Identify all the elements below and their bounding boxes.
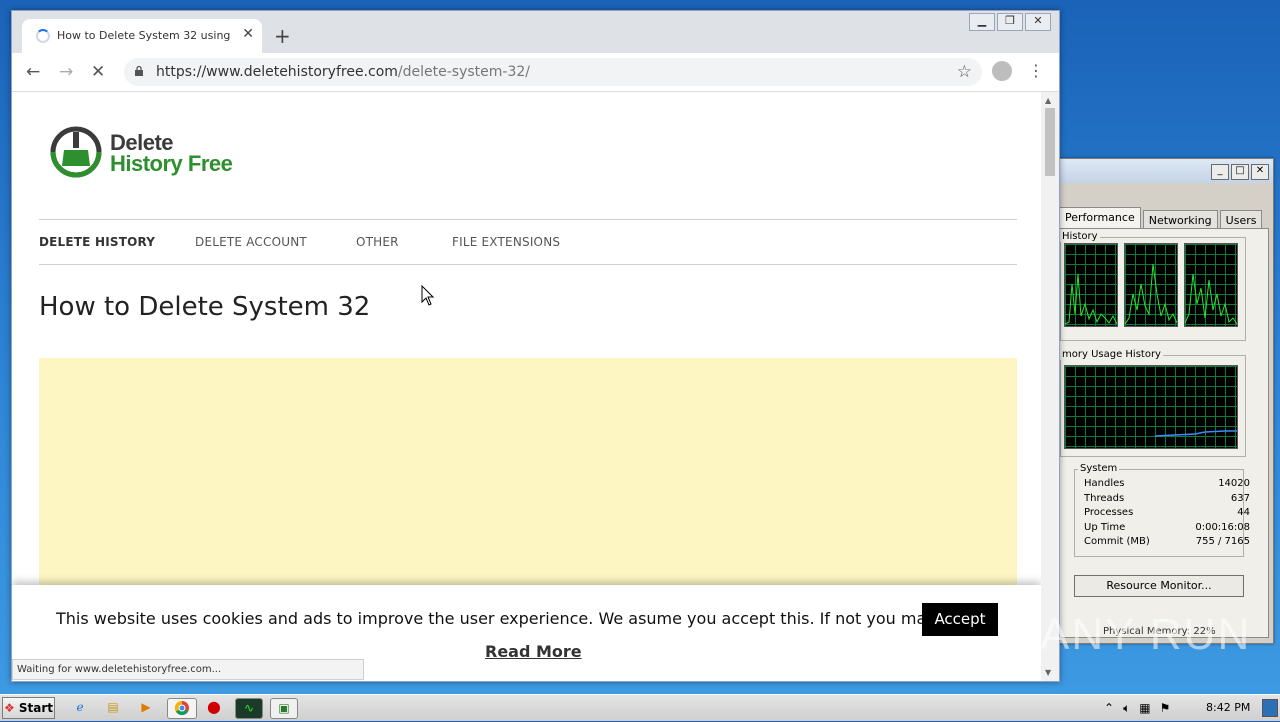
page-title: How to Delete System 32 <box>39 292 371 322</box>
logo-line-2: History Free <box>110 151 233 176</box>
explorer-folder-icon[interactable]: ▤ <box>102 698 124 717</box>
maximize-icon[interactable]: □ <box>1231 164 1249 180</box>
resource-monitor-button[interactable]: Resource Monitor... <box>1074 575 1244 597</box>
accept-button[interactable]: Accept <box>922 603 998 636</box>
close-icon[interactable]: ✕ <box>1251 164 1269 180</box>
loading-spinner-icon <box>36 29 50 43</box>
system-tray: ⌃ 🔈︎ ▦ ⚑ <box>1104 695 1170 721</box>
page-scrollbar[interactable]: ▲ ▼ <box>1041 92 1059 681</box>
system-stats: Handles 14020 Threads 637 Processes 44 Up T… <box>1084 477 1250 550</box>
tray-expand-icon[interactable]: ⌃ <box>1104 701 1114 715</box>
logo-line-1: Delete <box>110 130 174 155</box>
cpu-graph-1 <box>1064 243 1118 327</box>
nav-other[interactable]: OTHER <box>356 235 399 249</box>
profile-avatar-icon[interactable] <box>992 61 1012 81</box>
browser-status-bar: Waiting for www.deletehistoryfree.com... <box>12 659 364 680</box>
scroll-up-icon[interactable]: ▲ <box>1045 96 1051 105</box>
tab-title: How to Delete System 32 using cmd <box>57 29 232 42</box>
window-minimize-icon[interactable]: ▁ <box>969 13 995 31</box>
task-manager-window: _ □ ✕ Performance Networking Users Histo… <box>1050 158 1274 644</box>
back-arrow-icon[interactable]: ← <box>26 63 40 81</box>
chrome-taskbar-icon[interactable] <box>167 698 197 719</box>
network-icon[interactable]: ▦ <box>1139 701 1150 715</box>
menu-dots-icon[interactable]: ⋮ <box>1028 61 1044 81</box>
system-label: System <box>1078 463 1120 474</box>
task-manager-taskbar-icon[interactable]: ∿ <box>235 698 263 719</box>
flag-icon[interactable]: ⚑ <box>1160 701 1171 715</box>
window-restore-icon[interactable]: ❐ <box>997 13 1023 31</box>
scroll-thumb[interactable] <box>1045 108 1055 176</box>
site-logo[interactable]: Delete History Free <box>50 126 250 186</box>
stat-row: Commit (MB) 755 / 7165 <box>1084 536 1250 547</box>
read-more-link[interactable]: Read More <box>485 642 582 661</box>
anyrun-watermark: ANY RUN <box>1040 610 1252 659</box>
minimize-icon[interactable]: _ <box>1211 164 1229 180</box>
lock-icon <box>135 66 143 76</box>
cpu-graph-2 <box>1124 243 1178 327</box>
show-desktop-icon[interactable] <box>1262 699 1278 717</box>
browser-toolbar: ← → ✕ https://www.deletehistoryfree.com/… <box>12 53 1059 92</box>
start-button[interactable]: ❖ Start <box>2 697 55 719</box>
tab-close-icon[interactable]: ✕ <box>242 26 254 42</box>
cpu-history-label: History <box>1060 231 1100 242</box>
cpu-graph-3 <box>1184 243 1238 327</box>
taskbar: ❖ Start ℯ ▤ ▶ ⬤ ∿ ▣ ⌃ 🔈︎ ▦ ⚑ 8:42 PM <box>0 694 1280 721</box>
media-player-icon[interactable]: ▶ <box>135 698 157 717</box>
web-page: Delete History Free DELETE HISTORY DELET… <box>12 92 1041 681</box>
broom-logo-icon <box>50 126 102 178</box>
nav-file-extensions[interactable]: FILE EXTENSIONS <box>452 235 560 249</box>
browser-tab[interactable]: How to Delete System 32 using cmd ✕ <box>22 19 262 53</box>
stat-row: Threads 637 <box>1084 492 1250 504</box>
opera-icon[interactable]: ⬤ <box>203 698 225 717</box>
windows-logo-icon: ❖ <box>3 701 15 715</box>
performance-panel: History mory Usage History System Handle… <box>1057 228 1269 638</box>
memory-history-label: mory Usage History <box>1060 349 1163 360</box>
url-text: https://www.deletehistoryfree.com/delete… <box>156 64 530 80</box>
ie-icon[interactable]: ℯ <box>69 698 91 717</box>
bookmark-star-icon[interactable]: ☆ <box>957 62 972 82</box>
scroll-down-icon[interactable]: ▼ <box>1045 668 1051 677</box>
browser-window: How to Delete System 32 using cmd ✕ + ▁ … <box>11 10 1060 682</box>
window-close-icon[interactable]: ✕ <box>1025 13 1051 31</box>
nav-delete-history[interactable]: DELETE HISTORY <box>39 235 155 249</box>
stat-row: Processes 44 <box>1084 507 1250 518</box>
memory-graph <box>1064 365 1238 449</box>
cookie-text: This website uses cookies and ads to imp… <box>56 609 990 628</box>
stat-row: Up Time 0:00:16:08 <box>1084 521 1250 533</box>
forward-arrow-icon[interactable]: → <box>59 63 73 81</box>
new-tab-button[interactable]: + <box>274 26 291 46</box>
volume-icon[interactable]: 🔈︎ <box>1123 701 1130 716</box>
site-nav: DELETE HISTORY DELETE ACCOUNT OTHER FILE… <box>39 219 1017 265</box>
mouse-cursor-icon <box>421 285 435 306</box>
stop-loading-icon[interactable]: ✕ <box>91 63 105 81</box>
address-bar[interactable]: https://www.deletehistoryfree.com/delete… <box>124 58 982 86</box>
network-app-icon[interactable]: ▣ <box>270 698 298 719</box>
task-manager-titlebar: _ □ ✕ <box>1051 159 1273 183</box>
clock[interactable]: 8:42 PM <box>1206 701 1250 714</box>
tab-strip: How to Delete System 32 using cmd ✕ + ▁ … <box>12 11 1059 53</box>
stat-row: Handles 14020 <box>1084 478 1250 489</box>
nav-delete-account[interactable]: DELETE ACCOUNT <box>195 235 307 249</box>
